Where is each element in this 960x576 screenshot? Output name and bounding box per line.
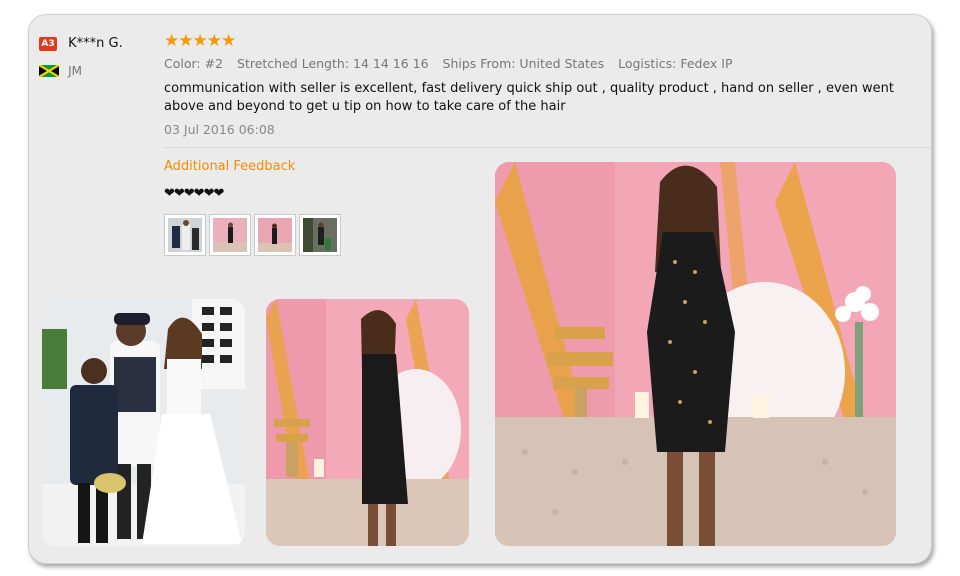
additional-feedback-text: ❤❤❤❤❤❤ bbox=[164, 186, 224, 201]
review-text: communication with seller is excellent, … bbox=[164, 81, 894, 114]
reviewer-country: JM bbox=[39, 60, 123, 79]
spec-ships-from: Ships From: United States bbox=[442, 56, 605, 71]
spec-logistics: Logistics: Fedex IP bbox=[618, 56, 733, 71]
photo-thumbnails bbox=[164, 214, 344, 260]
spec-color: Color: #2 bbox=[164, 56, 224, 71]
review-body: ★★★★★ Color: #2 Stretched Length: 14 14 … bbox=[164, 31, 914, 137]
divider bbox=[164, 147, 931, 148]
review-photo-2[interactable] bbox=[266, 299, 469, 546]
reviewer-name: K***n G. bbox=[68, 36, 123, 51]
level-badge: A3 bbox=[39, 36, 57, 51]
additional-feedback-title: Additional Feedback bbox=[164, 159, 296, 174]
country-code: JM bbox=[68, 63, 82, 78]
star-rating: ★★★★★ bbox=[164, 31, 236, 51]
reviewer-info: A3 K***n G. JM bbox=[39, 33, 123, 79]
review-date: 03 Jul 2016 06:08 bbox=[164, 122, 275, 137]
thumbnail-2[interactable] bbox=[209, 214, 251, 256]
jamaica-flag-icon bbox=[39, 64, 59, 77]
thumbnail-1[interactable] bbox=[164, 214, 206, 256]
review-photo-3[interactable] bbox=[495, 162, 896, 546]
review-card: A3 K***n G. JM ★★★★★ Color: #2 Stretched… bbox=[28, 14, 932, 564]
thumbnail-4[interactable] bbox=[299, 214, 341, 256]
product-specs: Color: #2 Stretched Length: 14 14 16 16 … bbox=[164, 56, 914, 71]
thumbnail-3[interactable] bbox=[254, 214, 296, 256]
spec-length: Stretched Length: 14 14 16 16 bbox=[237, 56, 429, 71]
review-photo-1[interactable] bbox=[42, 299, 245, 546]
